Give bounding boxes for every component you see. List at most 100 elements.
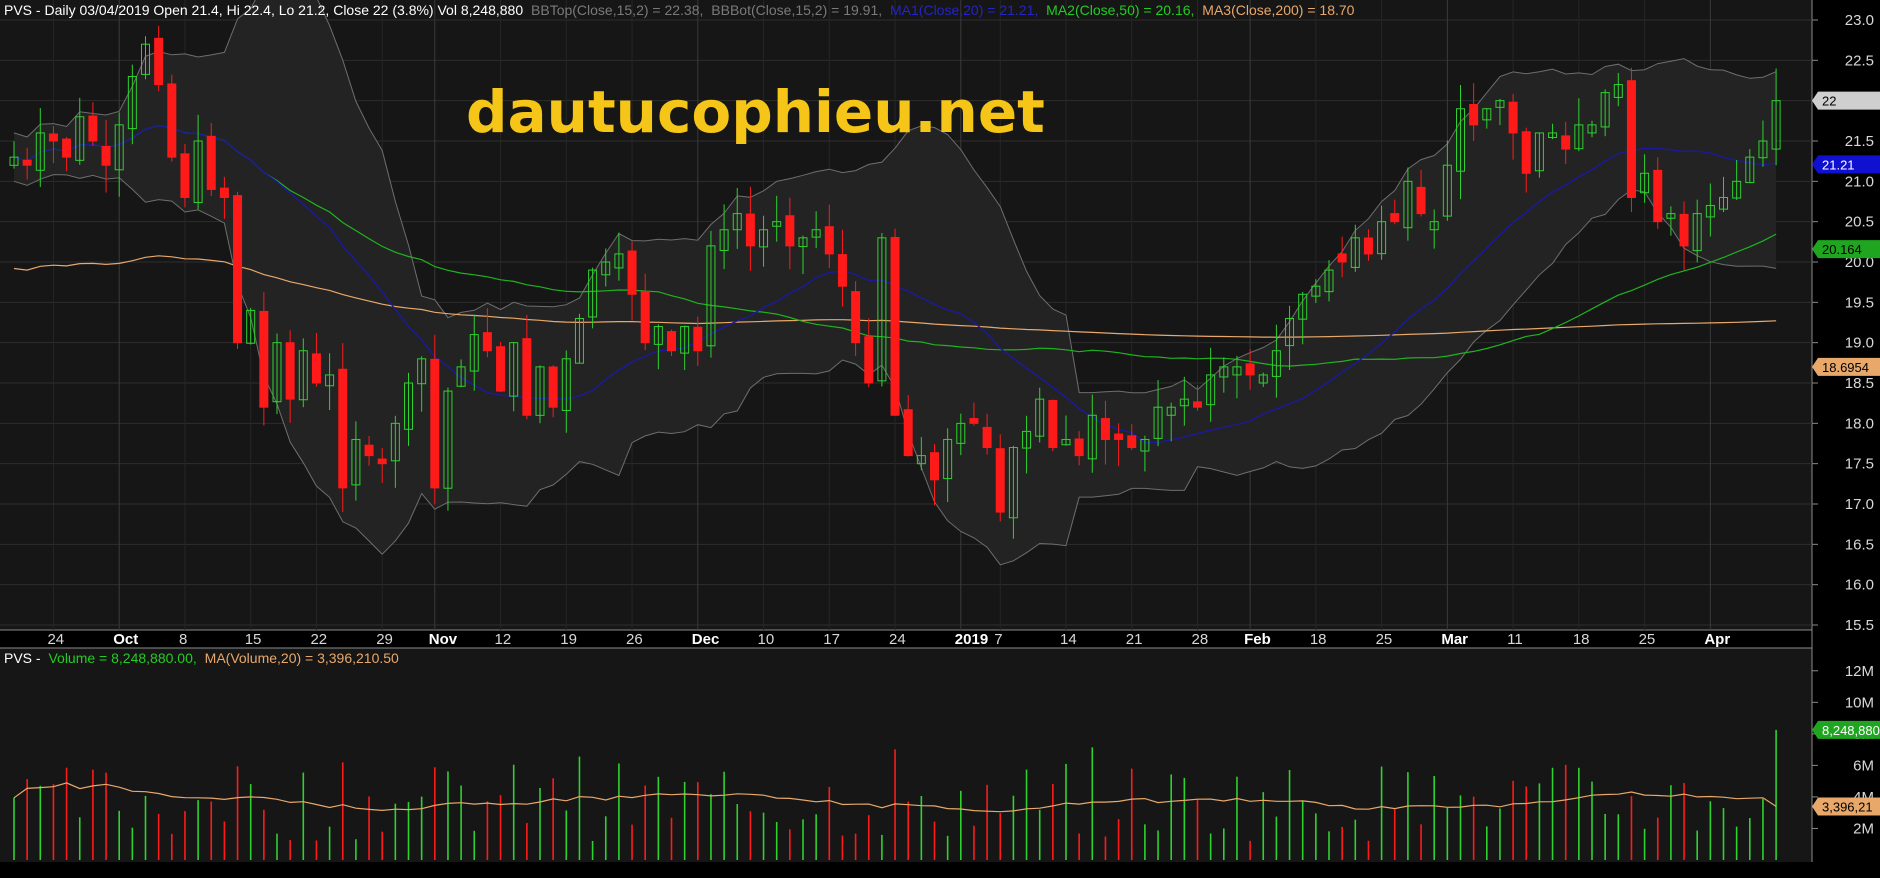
x-axis-label: 18	[1310, 631, 1327, 648]
x-axis-label: 24	[47, 631, 64, 648]
candle-body	[1469, 104, 1479, 126]
candle-body	[890, 236, 900, 416]
x-axis-label: 2019	[955, 631, 988, 648]
candle-body	[1416, 186, 1426, 215]
candle-body	[837, 254, 847, 287]
candle-body	[864, 336, 874, 384]
stock-chart[interactable]: 23.022.522.021.521.020.520.019.519.018.5…	[0, 0, 1880, 878]
x-axis-label: 24	[889, 631, 906, 648]
candle-body	[101, 145, 111, 166]
price-axis-bg	[1812, 0, 1880, 878]
x-axis-label: 11	[1507, 631, 1523, 648]
price-tick-label: 17.0	[1845, 496, 1874, 513]
header-ticker: PVS - Daily 03/04/2019 Open 21.4, Hi 22.…	[4, 2, 523, 18]
price-tick-label: 16.0	[1845, 577, 1874, 594]
header-ma2: MA2(Close,50) = 20.16,	[1046, 2, 1194, 18]
x-axis-label: 17	[823, 631, 840, 648]
candle-body	[1679, 213, 1689, 247]
candle-body	[1390, 213, 1400, 223]
header-ma3: MA3(Close,200) = 18.70	[1202, 2, 1354, 18]
candle-body	[1193, 401, 1202, 408]
x-axis-label: Mar	[1441, 631, 1468, 648]
candle-body	[824, 226, 834, 255]
ma1-tag-label: 21.21	[1822, 157, 1855, 172]
candle-body	[1048, 399, 1058, 449]
x-axis-label: 28	[1192, 631, 1209, 648]
candle-body	[1100, 418, 1110, 440]
close-tag-label: 22	[1822, 94, 1836, 109]
price-tick-label: 20.5	[1845, 214, 1874, 231]
candle-body	[1245, 363, 1255, 376]
candle-body	[1521, 131, 1531, 174]
volume-header-ma: MA(Volume,20) = 3,396,210.50	[205, 650, 399, 666]
volume-header-prefix: PVS -	[4, 650, 41, 666]
price-tick-label: 17.5	[1845, 456, 1874, 473]
candle-body	[154, 37, 164, 86]
x-axis-label: 18	[1573, 631, 1590, 648]
candle-body	[364, 444, 374, 457]
x-axis-label: 26	[626, 631, 643, 648]
candle-body	[745, 213, 755, 247]
candle-body	[48, 133, 58, 142]
candle-body	[548, 366, 558, 408]
price-tick-label: 16.5	[1845, 536, 1874, 553]
candle-body	[1626, 80, 1636, 198]
volume-tick-label: 10M	[1845, 694, 1874, 711]
candle-body	[1508, 101, 1518, 134]
x-axis-label: 14	[1060, 631, 1077, 648]
candle-body	[903, 409, 913, 457]
candle-body	[180, 153, 190, 198]
price-tick-label: 21.0	[1845, 173, 1874, 190]
price-tick-label: 22.5	[1845, 52, 1874, 69]
header-ma1: MA1(Close,20) = 21.21,	[890, 2, 1038, 18]
candle-body	[693, 326, 703, 352]
price-tick-label: 19.5	[1845, 294, 1874, 311]
x-axis-label: 25	[1376, 631, 1393, 648]
candle-body	[627, 250, 637, 295]
x-axis-label: Feb	[1244, 631, 1271, 648]
watermark-text: dautucophieu.net	[466, 78, 1045, 146]
candle-body	[982, 426, 992, 449]
candle-body	[785, 215, 795, 247]
candle-body	[851, 291, 861, 344]
header-bbbot: BBBot(Close,15,2) = 19.91,	[711, 2, 882, 18]
x-axis-label: 21	[1126, 631, 1143, 648]
candle-body	[667, 331, 676, 352]
volume-header-volume: Volume = 8,248,880.00,	[48, 650, 196, 666]
price-tick-label: 18.0	[1845, 415, 1874, 432]
x-axis-label: Apr	[1704, 631, 1730, 648]
x-axis-label: 29	[376, 631, 393, 648]
candle-body	[338, 368, 348, 489]
candle-body	[233, 195, 243, 344]
candle-body	[1114, 433, 1124, 440]
volume-ma-tag-label: 3,396,21	[1822, 799, 1873, 814]
candle-body	[285, 342, 295, 400]
candle-body	[377, 458, 387, 465]
candle-body	[1561, 135, 1571, 150]
ma3-tag-label: 18.6954	[1822, 360, 1869, 375]
price-tick-label: 15.5	[1845, 617, 1874, 634]
candle-body	[496, 346, 506, 392]
candle-body	[1653, 169, 1663, 223]
candle-body	[969, 418, 979, 424]
candle-body	[522, 338, 532, 416]
candle-body	[430, 358, 440, 489]
candle-body	[311, 353, 321, 384]
price-tick-label: 18.5	[1845, 375, 1874, 392]
candle-body	[88, 115, 98, 142]
candle-body	[62, 138, 72, 158]
candle-body	[259, 310, 269, 408]
candle-body	[995, 448, 1005, 513]
candle-body	[1337, 253, 1347, 263]
svg-text:PVS - Daily 03/04/2019 Open 21: PVS - Daily 03/04/2019 Open 21.4, Hi 22.…	[4, 2, 1355, 18]
price-tick-label: 21.5	[1845, 133, 1874, 150]
volume-tick-label: 2M	[1853, 820, 1874, 837]
volume-tag-label: 8,248,880	[1822, 723, 1880, 738]
x-axis-label: 22	[310, 631, 327, 648]
volume-tick-label: 12M	[1845, 663, 1874, 680]
x-axis-label: 25	[1639, 631, 1656, 648]
candle-body	[206, 135, 216, 190]
volume-tick-label: 6M	[1853, 757, 1874, 774]
chart-window: 23.022.522.021.521.020.520.019.519.018.5…	[0, 0, 1880, 878]
candle-body	[219, 187, 229, 198]
